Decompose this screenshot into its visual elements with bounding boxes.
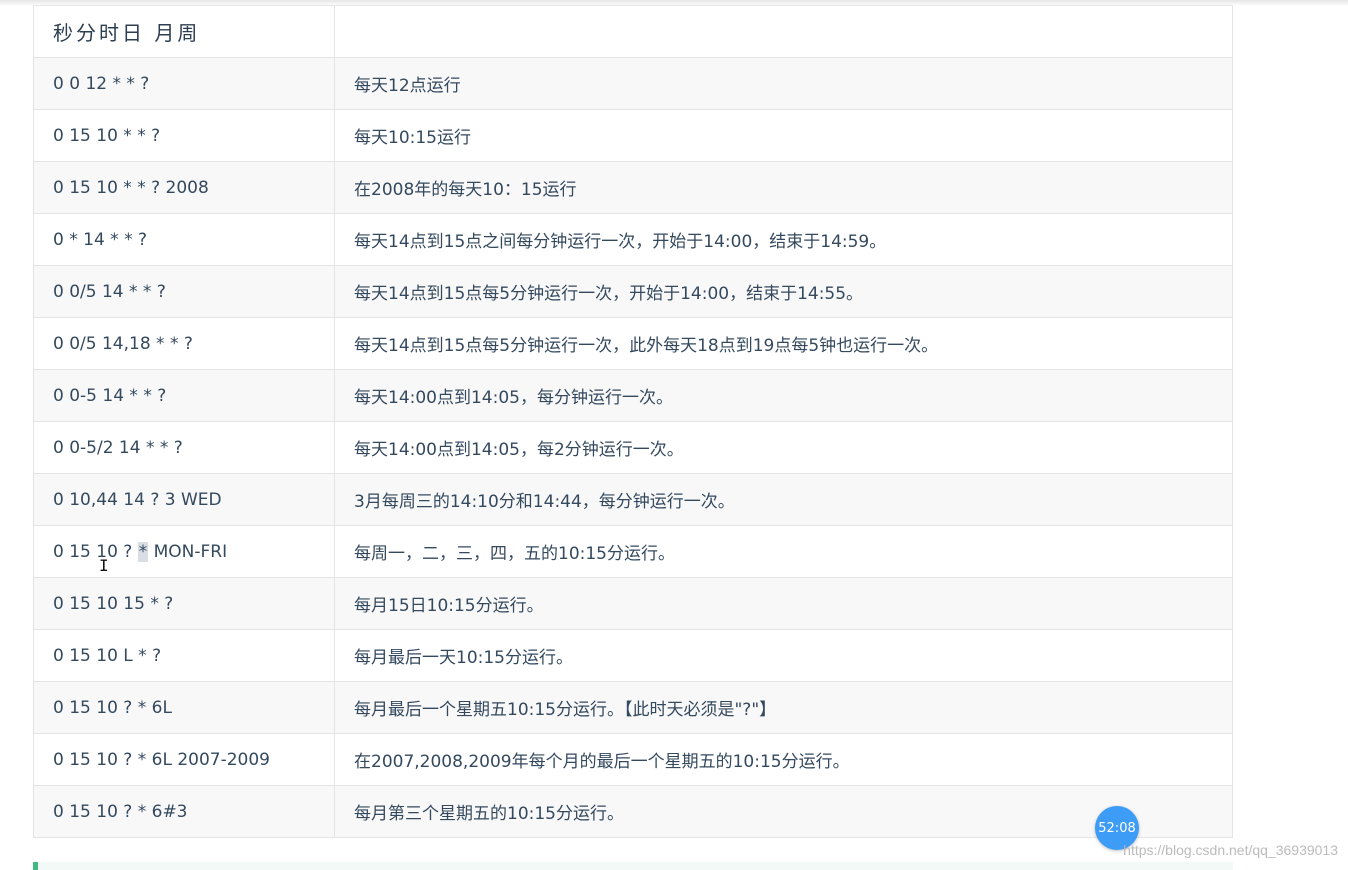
cron-expression-cell: 0 15 10 ? * MON-FRI [33, 525, 335, 578]
cron-description-cell: 每月最后一天10:15分运行。 [334, 629, 1233, 682]
cron-description-cell: 每月15日10:15分运行。 [334, 577, 1233, 630]
header-expression-cell: 秒分时日 月周 [33, 5, 335, 58]
table-row: 0 15 10 L * ? 每月最后一天10:15分运行。 [33, 629, 1233, 682]
table-row: 0 15 10 * * ? 2008 在2008年的每天10：15运行 [33, 161, 1233, 214]
expression-text-after: MON-FRI [148, 541, 228, 562]
table-row: 0 10,44 14 ? 3 WED 3月每周三的14:10分和14:44，每分… [33, 473, 1233, 526]
table-row: 0 0 12 * * ? 每天12点运行 [33, 57, 1233, 110]
tip-block-edge [33, 862, 1233, 870]
cron-description-cell: 每天14点到15点每5分钟运行一次，此外每天18点到19点每5钟也运行一次。 [334, 317, 1233, 370]
cron-description-cell: 每天10:15运行 [334, 109, 1233, 162]
cron-description-cell: 每天14:00点到14:05，每分钟运行一次。 [334, 369, 1233, 422]
cron-description-cell: 每周一，二，三，四，五的10:15分运行。 [334, 525, 1233, 578]
cron-description-cell: 每天12点运行 [334, 57, 1233, 110]
cron-description-cell: 每天14点到15点每5分钟运行一次，开始于14:00，结束于14:55。 [334, 265, 1233, 318]
text-cursor-icon: I [99, 556, 109, 575]
cron-expression-cell: 0 * 14 * * ? [33, 213, 335, 266]
table-header-row: 秒分时日 月周 [33, 5, 1233, 58]
selected-text-highlight: * [137, 541, 149, 562]
cron-expression-cell: 0 0/5 14,18 * * ? [33, 317, 335, 370]
cron-expression-cell: 0 15 10 L * ? [33, 629, 335, 682]
table-row: 0 15 10 ? * 6#3 每月第三个星期五的10:15分运行。 [33, 785, 1233, 838]
cron-expression-cell: 0 0/5 14 * * ? [33, 265, 335, 318]
cron-expression-cell: 0 15 10 ? * 6L 2007-2009 [33, 733, 335, 786]
table-row: 0 15 10 ? * 6L 2007-2009 在2007,2008,2009… [33, 733, 1233, 786]
cron-expression-cell: 0 15 10 * * ? [33, 109, 335, 162]
timer-label: 52:08 [1098, 820, 1136, 836]
cron-description-cell: 在2007,2008,2009年每个月的最后一个星期五的10:15分运行。 [334, 733, 1233, 786]
header-description-cell [334, 5, 1233, 58]
cron-expression-cell: 0 0 12 * * ? [33, 57, 335, 110]
cron-description-cell: 每月最后一个星期五10:15分运行。【此时天必须是"?"】 [334, 681, 1233, 734]
cron-expression-cell: 0 0-5 14 * * ? [33, 369, 335, 422]
cron-expression-cell: 0 15 10 15 * ? [33, 577, 335, 630]
table-row: 0 0-5 14 * * ? 每天14:00点到14:05，每分钟运行一次。 [33, 369, 1233, 422]
cron-expression-cell: 0 0-5/2 14 * * ? [33, 421, 335, 474]
cron-description-cell: 每天14点到15点之间每分钟运行一次，开始于14:00，结束于14:59。 [334, 213, 1233, 266]
table-row: 0 0-5/2 14 * * ? 每天14:00点到14:05，每2分钟运行一次… [33, 421, 1233, 474]
cron-expression-cell: 0 15 10 ? * 6#3 [33, 785, 335, 838]
table-row: 0 15 10 15 * ? 每月15日10:15分运行。 [33, 577, 1233, 630]
cron-description-cell: 每天14:00点到14:05，每2分钟运行一次。 [334, 421, 1233, 474]
table-row: 0 * 14 * * ? 每天14点到15点之间每分钟运行一次，开始于14:00… [33, 213, 1233, 266]
table-row: 0 15 10 ? * 6L 每月最后一个星期五10:15分运行。【此时天必须是… [33, 681, 1233, 734]
watermark: https://blog.csdn.net/qq_36939013 [1123, 842, 1338, 858]
cron-expression-cell: 0 10,44 14 ? 3 WED [33, 473, 335, 526]
cron-description-cell: 3月每周三的14:10分和14:44，每分钟运行一次。 [334, 473, 1233, 526]
table-row: 0 15 10 * * ? 每天10:15运行 [33, 109, 1233, 162]
expression-text-before: 0 15 10 ? [53, 541, 138, 562]
table-row: 0 0/5 14 * * ? 每天14点到15点每5分钟运行一次，开始于14:0… [33, 265, 1233, 318]
table-row: 0 15 10 ? * MON-FRI 每周一，二，三，四，五的10:15分运行… [33, 525, 1233, 578]
table-row: 0 0/5 14,18 * * ? 每天14点到15点每5分钟运行一次，此外每天… [33, 317, 1233, 370]
cron-expression-cell: 0 15 10 ? * 6L [33, 681, 335, 734]
cron-expression-table: 秒分时日 月周 0 0 12 * * ? 每天12点运行 0 15 10 * *… [33, 5, 1233, 838]
cron-description-cell: 在2008年的每天10：15运行 [334, 161, 1233, 214]
cron-expression-cell: 0 15 10 * * ? 2008 [33, 161, 335, 214]
